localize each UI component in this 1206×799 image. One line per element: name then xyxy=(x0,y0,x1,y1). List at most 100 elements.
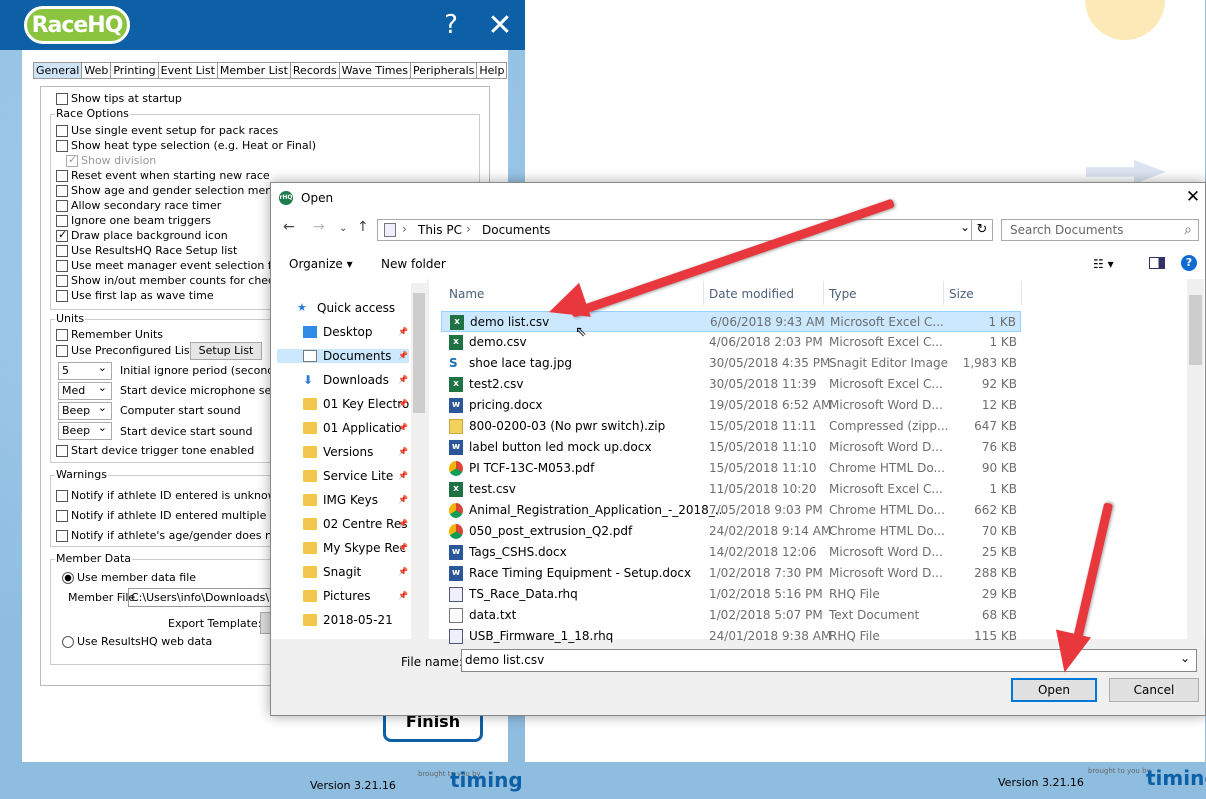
file-row[interactable]: x demo list.csv 6/06/2018 9:43 AM Microsoft… xyxy=(441,311,1021,332)
race-option-checkbox[interactable]: Show age and gender selection menus xyxy=(56,184,285,197)
pin-icon[interactable]: 📌 xyxy=(398,423,408,432)
breadcrumb-this-pc[interactable]: This PC xyxy=(418,223,462,237)
nav-item-img-keys[interactable]: IMG Keys xyxy=(303,493,378,507)
tab-printing[interactable]: Printing xyxy=(111,62,159,79)
race-option-checkbox[interactable]: Use single event setup for pack races xyxy=(56,124,278,137)
tab-web[interactable]: Web xyxy=(82,62,112,79)
nav-scrollbar-thumb[interactable] xyxy=(413,293,425,413)
nav-item-versions[interactable]: Versions xyxy=(303,445,373,459)
pin-icon[interactable]: 📌 xyxy=(398,543,408,552)
column-type[interactable]: Type xyxy=(829,287,857,301)
member-file-input[interactable]: C:\Users\info\Downloads\KF xyxy=(128,588,272,607)
pin-icon[interactable]: 📌 xyxy=(398,375,408,384)
nav-item-documents[interactable]: Documents xyxy=(277,349,409,363)
file-row[interactable]: x demo.csv 4/06/2018 2:03 PM Microsoft Exce… xyxy=(441,332,1021,353)
tab-event-list[interactable]: Event List xyxy=(158,62,218,79)
device-sound-select[interactable]: Beep xyxy=(58,420,112,440)
nav-item-snagit[interactable]: Snagit xyxy=(303,565,361,579)
pin-icon[interactable]: 📌 xyxy=(398,327,408,336)
nav-item-service-lite[interactable]: Service Lite xyxy=(303,469,393,483)
cancel-button[interactable]: Cancel xyxy=(1109,678,1199,702)
preview-pane-icon[interactable] xyxy=(1149,257,1165,269)
race-option-checkbox[interactable]: Use ResultsHQ Race Setup list xyxy=(56,244,237,257)
ignore-period-select[interactable]: 5 xyxy=(58,360,112,380)
mic-sensitivity-select[interactable]: Med xyxy=(58,380,112,400)
dialog-close-button[interactable]: ✕ xyxy=(1183,187,1203,207)
warning-checkbox[interactable]: Notify if athlete ID entered multiple ti… xyxy=(56,509,300,522)
pin-icon[interactable]: 📌 xyxy=(398,495,408,504)
pin-icon[interactable]: 📌 xyxy=(398,447,408,456)
tab-member-list[interactable]: Member List xyxy=(217,62,291,79)
search-input[interactable]: Search Documents xyxy=(1001,219,1199,241)
pin-icon[interactable]: 📌 xyxy=(398,591,408,600)
nav-item-my-skype-rec[interactable]: My Skype Rec xyxy=(303,541,406,555)
address-bar[interactable]: › This PC › Documents ⌄ xyxy=(377,219,977,241)
column-divider[interactable] xyxy=(943,281,944,305)
file-row[interactable]: 800-0200-03 (No pwr switch).zip 15/05/201… xyxy=(441,416,1021,437)
organize-button[interactable]: Organize ▾ xyxy=(289,257,353,271)
column-name[interactable]: Name xyxy=(449,287,484,301)
column-divider[interactable] xyxy=(703,281,704,305)
tab-help[interactable]: Help xyxy=(477,62,508,79)
file-row[interactable]: w Race Timing Equipment - Setup.docx 1/02/… xyxy=(441,563,1021,584)
tab-general[interactable]: General xyxy=(33,62,83,79)
forward-arrow-icon[interactable]: → xyxy=(313,219,325,235)
tab-peripherals[interactable]: Peripherals xyxy=(411,62,478,79)
use-member-file-radio[interactable]: Use member data file xyxy=(62,571,196,584)
nav-item-02-centre-res[interactable]: 02 Centre Res xyxy=(303,517,407,531)
column-divider[interactable] xyxy=(823,281,824,305)
file-row[interactable]: x test.csv 11/05/2018 10:20 Microsoft Excel… xyxy=(441,479,1021,500)
race-option-checkbox[interactable]: Use meet manager event selection files xyxy=(56,259,290,272)
setup-list-button[interactable]: Setup List xyxy=(190,342,262,360)
file-row[interactable]: USB_Firmware_1_18.rhq 24/01/2018 9:38 AM R… xyxy=(441,626,1021,647)
race-option-checkbox[interactable]: Use first lap as wave time xyxy=(56,289,214,302)
race-option-checkbox[interactable]: Show heat type selection (e.g. Heat or F… xyxy=(56,139,316,152)
pin-icon[interactable]: 📌 xyxy=(398,567,408,576)
race-option-checkbox[interactable]: Show in/out member counts for checkpoin xyxy=(56,274,304,287)
pin-icon[interactable]: 📌 xyxy=(398,471,408,480)
close-button[interactable]: ✕ xyxy=(486,8,514,43)
nav-item-2018-05-21[interactable]: 2018-05-21 xyxy=(303,613,393,627)
pin-icon[interactable]: 📌 xyxy=(398,519,408,528)
nav-item-01-key-electro[interactable]: 01 Key Electro xyxy=(303,397,409,411)
remember-units-checkbox[interactable]: Remember Units xyxy=(56,328,163,341)
column-divider[interactable] xyxy=(1021,281,1022,305)
view-options-icon[interactable]: ☷ ▾ xyxy=(1093,257,1114,271)
address-dropdown-icon[interactable]: ⌄ xyxy=(960,220,970,234)
up-arrow-icon[interactable]: ↑ xyxy=(357,219,369,235)
file-list-scrollbar-thumb[interactable] xyxy=(1189,295,1202,365)
race-option-checkbox[interactable]: Draw place background icon xyxy=(56,228,228,242)
refresh-icon[interactable]: ↻ xyxy=(971,219,993,241)
race-option-checkbox[interactable]: Allow secondary race timer xyxy=(56,199,221,212)
file-row[interactable]: w label button led mock up.docx 15/05/2018… xyxy=(441,437,1021,458)
recent-locations-chevron-icon[interactable]: ⌄ xyxy=(339,223,347,234)
use-web-data-radio[interactable]: Use ResultsHQ web data xyxy=(62,635,212,648)
nav-item-desktop[interactable]: Desktop xyxy=(303,325,373,339)
file-row[interactable]: 050_post_extrusion_Q2.pdf 24/02/2018 9:14… xyxy=(441,521,1021,542)
nav-item-pictures[interactable]: Pictures xyxy=(303,589,371,603)
file-row[interactable]: Animal_Registration_Application_-_2018_.… xyxy=(441,500,1021,521)
help-button[interactable]: ? xyxy=(440,10,462,40)
race-option-checkbox[interactable]: Reset event when starting new race xyxy=(56,169,270,182)
file-row[interactable]: data.txt 1/02/2018 5:07 PM Text Document 68… xyxy=(441,605,1021,626)
computer-sound-select[interactable]: Beep xyxy=(58,400,112,420)
warning-checkbox[interactable]: Notify if athlete ID entered is unknown xyxy=(56,489,284,502)
warning-checkbox[interactable]: Notify if athlete's age/gender does not … xyxy=(56,529,304,542)
file-row[interactable]: w pricing.docx 19/05/2018 6:52 AM Microsoft… xyxy=(441,395,1021,416)
race-option-checkbox[interactable]: Ignore one beam triggers xyxy=(56,214,211,227)
column-size[interactable]: Size xyxy=(949,287,974,301)
preconfigured-list-checkbox[interactable]: Use Preconfigured List: xyxy=(56,344,198,357)
file-row[interactable]: Sshoe lace tag.jpg 30/05/2018 4:35 PM Snag… xyxy=(441,353,1021,374)
nav-item-quick-access[interactable]: ★ Quick access xyxy=(297,301,395,315)
help-icon[interactable]: ? xyxy=(1181,255,1197,271)
new-folder-button[interactable]: New folder xyxy=(381,257,446,271)
file-row[interactable]: PI TCF-13C-M053.pdf 15/05/2018 11:10 Chrom… xyxy=(441,458,1021,479)
nav-item-01-applicatio[interactable]: 01 Applicatio xyxy=(303,421,402,435)
column-date-modified[interactable]: Date modified xyxy=(709,287,794,301)
pin-icon[interactable]: 📌 xyxy=(398,351,408,360)
back-arrow-icon[interactable]: ← xyxy=(283,219,295,235)
show-tips-checkbox[interactable]: Show tips at startup xyxy=(56,92,182,105)
tab-wave-times[interactable]: Wave Times xyxy=(339,62,411,79)
start-tone-checkbox[interactable]: Start device trigger tone enabled xyxy=(56,444,254,457)
file-row[interactable]: w Tags_CSHS.docx 14/02/2018 12:06 Microsoft… xyxy=(441,542,1021,563)
